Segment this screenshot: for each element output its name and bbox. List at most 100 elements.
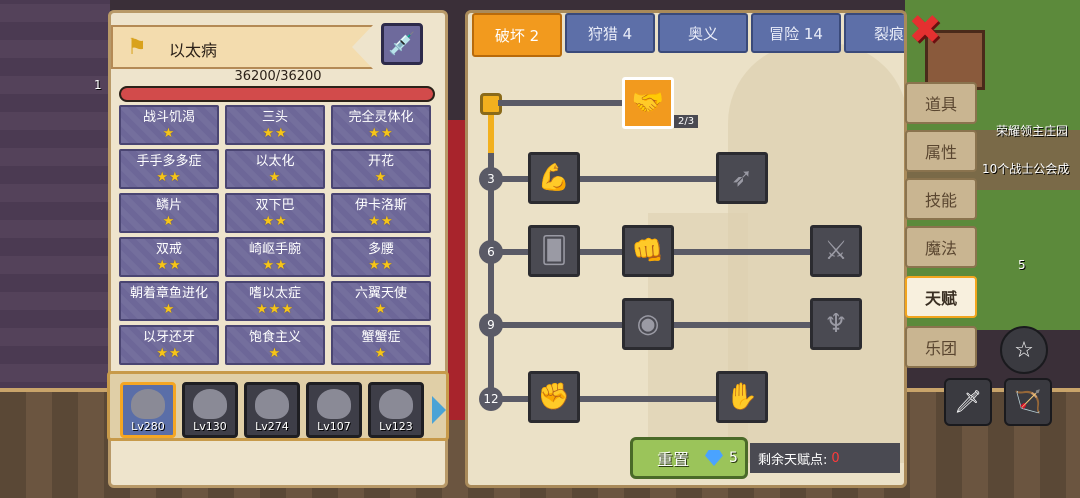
hero-slot[interactable]: Lv280 (120, 382, 176, 438)
trait-stars: ★ (268, 170, 282, 185)
trait-cell[interactable]: 以太化 ★ (225, 149, 325, 189)
hero-slot[interactable]: Lv130 (182, 382, 238, 438)
side-tab[interactable]: 魔法 (905, 226, 977, 268)
trait-stars: ★ (374, 170, 388, 185)
trait-stars: ★★ (368, 126, 394, 141)
side-tab[interactable]: 乐团 (905, 326, 977, 368)
tier-3-marker: 3 (479, 167, 503, 191)
arm-wrestle-icon: 🤝 (631, 88, 665, 118)
gem-cost: 5 (729, 450, 738, 466)
trait-cell[interactable]: 多腰 ★★ (331, 237, 431, 277)
muscle-icon: 💪 (537, 163, 571, 193)
sword-icon[interactable]: 🗡 (944, 378, 992, 426)
trait-name: 以牙还牙 (142, 330, 195, 345)
trait-cell[interactable]: 开花 ★ (331, 149, 431, 189)
talent-demon[interactable]: ♆ (810, 298, 862, 350)
fist-icon: ✊ (537, 382, 571, 412)
trait-name: 手手多多症 (136, 154, 202, 169)
tree-branch-top (498, 100, 622, 106)
hero-slot[interactable]: Lv107 (306, 382, 362, 438)
hero-level: Lv274 (255, 420, 289, 433)
syringe-icon: 💉 (388, 31, 416, 57)
demon-icon: ♆ (824, 309, 848, 339)
talent-arrow[interactable]: ➶ (716, 152, 768, 204)
trait-cell[interactable]: 双下巴 ★★ (225, 193, 325, 233)
trait-cell[interactable]: 战斗饥渴 ★ (119, 105, 219, 145)
talent-strength[interactable]: 💪 (528, 152, 580, 204)
trait-cell[interactable]: 伊卡洛斯 ★★ (331, 193, 431, 233)
tab-0[interactable]: 破坏 2 (472, 13, 562, 57)
talent-progress: 2/3 (674, 115, 699, 128)
trait-cell[interactable]: 三头 ★★ (225, 105, 325, 145)
arrow-icon: ➶ (731, 163, 753, 193)
slash-icon: ⚔ (824, 236, 848, 266)
trait-name: 以太化 (255, 154, 295, 169)
talent-slash[interactable]: ⚔ (810, 225, 862, 277)
trait-stars: ★★ (156, 346, 182, 361)
tab-3[interactable]: 冒险 14 (751, 13, 841, 53)
trait-stars: ★★★ (256, 302, 294, 317)
trait-cell[interactable]: 嗜以太症 ★★★ (225, 281, 325, 321)
gem-icon (705, 450, 723, 466)
talent-arm-wrestle[interactable]: 🤝 (622, 77, 674, 129)
next-arrow-icon[interactable] (432, 396, 446, 424)
bow-icon[interactable]: 🏹 (1004, 378, 1052, 426)
trait-cell[interactable]: 双戒 ★★ (119, 237, 219, 277)
trait-stars: ★★ (156, 258, 182, 273)
trait-cell[interactable]: 六翼天使 ★ (331, 281, 431, 321)
trait-cell[interactable]: 以牙还牙 ★★ (119, 325, 219, 365)
trait-cell[interactable]: 手手多多症 ★★ (119, 149, 219, 189)
tab-4[interactable]: 裂痕 (844, 13, 904, 53)
tier9-branch (498, 322, 858, 328)
talent-punch[interactable]: 👊 (622, 225, 674, 277)
trait-cell[interactable]: 崎岖手腕 ★★ (225, 237, 325, 277)
trait-cell[interactable]: 朝着章鱼进化 ★ (119, 281, 219, 321)
trait-name: 多腰 (367, 242, 394, 257)
trait-cell[interactable]: 鳞片 ★ (119, 193, 219, 233)
tier-9-marker: 9 (479, 313, 503, 337)
map-count: 5 (1018, 258, 1026, 272)
trait-stars: ★★ (262, 126, 288, 141)
trait-stars: ★★ (156, 170, 182, 185)
trait-stars: ★ (162, 302, 176, 317)
trait-name: 三头 (261, 110, 288, 125)
remaining-points: 剩余天赋点: 0 (750, 443, 900, 473)
close-icon[interactable]: ✖ (907, 10, 943, 50)
remaining-label: 剩余天赋点: (758, 452, 828, 468)
side-tab[interactable]: 天赋 (905, 276, 977, 318)
trait-cell[interactable]: 饱食主义 ★ (225, 325, 325, 365)
side-tab[interactable]: 技能 (905, 178, 977, 220)
hero-slot[interactable]: Lv274 (244, 382, 300, 438)
trait-stars: ★★ (262, 214, 288, 229)
tab-1[interactable]: 狩猎 4 (565, 13, 655, 53)
tab-2[interactable]: 奥义 (658, 13, 748, 53)
talent-block[interactable]: ✋ (716, 371, 768, 423)
talent-cards[interactable]: 🂠 (528, 225, 580, 277)
talent-fist[interactable]: ✊ (528, 371, 580, 423)
side-tab[interactable]: 道具 (905, 82, 977, 124)
reset-talents-button[interactable]: 重置 5 (630, 437, 748, 479)
remaining-value: 0 (831, 450, 840, 466)
hp-text: 36200/36200 (234, 69, 322, 84)
hero-slot[interactable]: Lv123 (368, 382, 424, 438)
side-tab[interactable]: 属性 (905, 130, 977, 172)
trait-cell[interactable]: 蟹蟹症 ★ (331, 325, 431, 365)
trait-name: 嗜以太症 (248, 286, 301, 301)
trait-stars: ★★ (262, 258, 288, 273)
star-icon[interactable]: ☆ (1000, 326, 1048, 374)
trait-name: 双下巴 (255, 198, 295, 213)
hp-bar (119, 86, 435, 102)
trait-stars: ★★ (368, 214, 394, 229)
hero-portrait (317, 389, 351, 419)
punch-icon: 👊 (631, 236, 665, 266)
trait-stars: ★ (162, 214, 176, 229)
talent-orb[interactable]: ◉ (622, 298, 674, 350)
hero-level: Lv280 (131, 420, 165, 433)
tier-6-marker: 6 (479, 240, 503, 264)
trait-name: 蟹蟹症 (361, 330, 401, 345)
hero-level: Lv123 (379, 420, 413, 433)
disease-panel: ⚑ 以太病 💉 36200/36200 战斗饥渴 ★ 三头 ★★ 完全灵体化 ★★ 手手多多… (107, 10, 449, 488)
trait-cell[interactable]: 完全灵体化 ★★ (331, 105, 431, 145)
syringe-button[interactable]: 💉 (381, 23, 423, 65)
trait-stars: ★ (374, 346, 388, 361)
